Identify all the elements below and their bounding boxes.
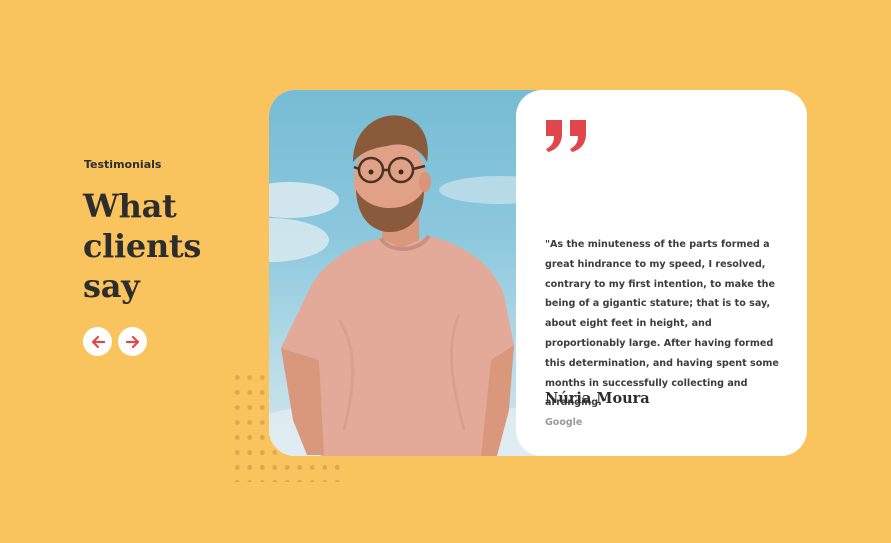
section-title: What clients say (83, 187, 202, 305)
testimonial-quote: "As the minuteness of the parts formed a… (545, 239, 779, 409)
previous-button[interactable] (83, 327, 112, 356)
next-button[interactable] (118, 327, 147, 356)
person-photo (269, 90, 539, 456)
client-company: Google (545, 417, 583, 428)
quote-panel: "As the minuteness of the parts formed a… (516, 90, 807, 456)
client-name: Núria Moura (545, 390, 650, 407)
person-illustration (269, 115, 539, 456)
arrow-left-icon (91, 335, 105, 348)
carousel-nav (83, 327, 147, 356)
quote-icon (546, 120, 586, 152)
testimonials-eyebrow: Testimonials (84, 158, 162, 171)
arrow-right-icon (125, 335, 139, 348)
testimonial-card: "As the minuteness of the parts formed a… (269, 90, 807, 456)
